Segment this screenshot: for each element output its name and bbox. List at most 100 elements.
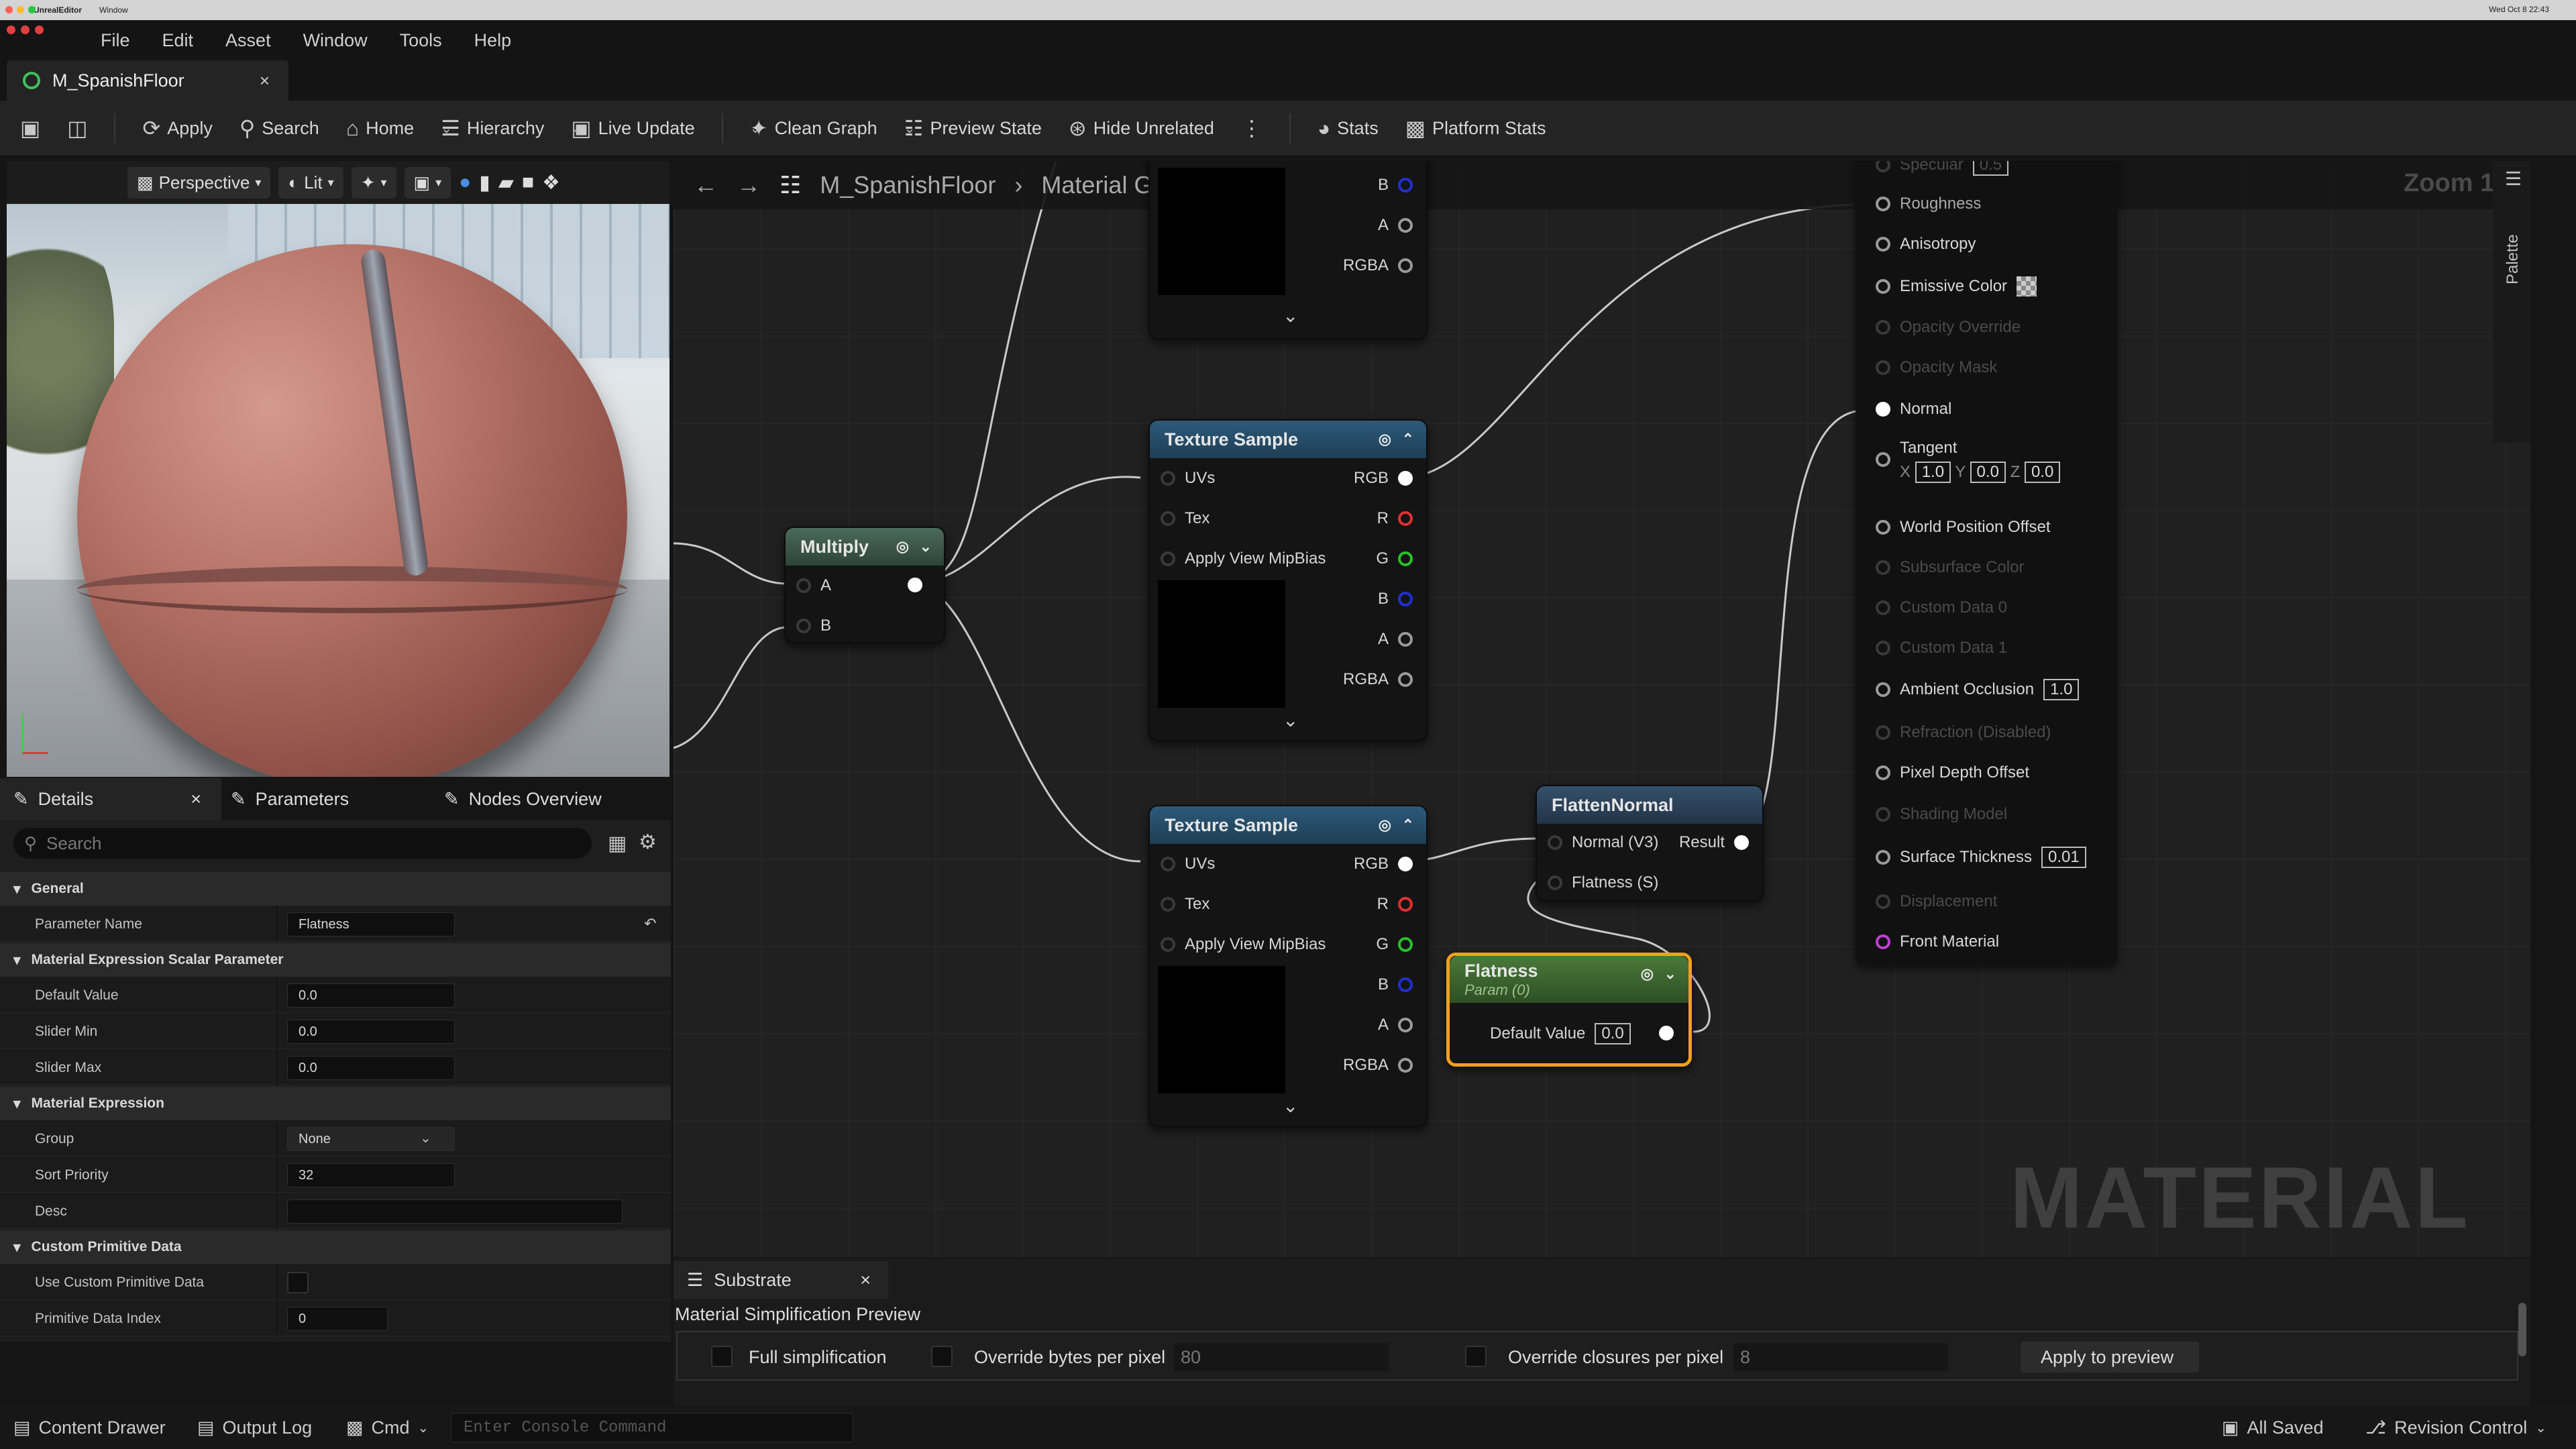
result-pin-shading-model[interactable]: Shading Model <box>1876 805 2007 824</box>
hierarchy-button[interactable]: ☰ Hierarchy ⌄ <box>441 115 544 141</box>
output-pin-icon[interactable] <box>1659 1026 1674 1040</box>
result-pin-roughness[interactable]: Roughness <box>1876 195 1981 213</box>
expand-chevron-icon[interactable]: ⌄ <box>1283 305 1298 327</box>
result-pin-custom-data-1[interactable]: Custom Data 1 <box>1876 639 2007 657</box>
pin-b-out[interactable]: B <box>1378 176 1413 195</box>
content-drawer-button[interactable]: ▤ Content Drawer <box>13 1406 166 1449</box>
override-closures-field[interactable]: 8 <box>1733 1343 1948 1371</box>
sphere-preview-icon[interactable]: ● <box>459 171 471 194</box>
pin-mipbias[interactable]: Apply View MipBias <box>1161 935 1326 954</box>
home-button[interactable]: ⌂ Home <box>346 116 414 141</box>
preview-toggle-icon[interactable]: ◎ <box>1641 965 1654 983</box>
substrate-scrollbar[interactable] <box>2518 1303 2526 1356</box>
result-pin-tangent[interactable]: Tangent X 1.0 Y 0.0 Z 0.0 <box>1876 439 2061 483</box>
close-icon[interactable]: × <box>860 1270 871 1291</box>
browse-asset-icon[interactable]: ◫ <box>67 115 87 141</box>
document-tab[interactable]: M_SpanishFloor × <box>7 60 288 101</box>
lit-dropdown[interactable]: ◐ Lit ▾ <box>278 166 343 199</box>
breadcrumb-asset[interactable]: M_SpanishFloor <box>820 171 996 199</box>
details-search-input[interactable]: ⚲ Search <box>13 828 592 859</box>
menu-asset[interactable]: Asset <box>225 30 271 51</box>
result-pin-refraction[interactable]: Refraction (Disabled) <box>1876 723 2051 742</box>
apply-to-preview-button[interactable]: Apply to preview <box>2021 1342 2199 1373</box>
result-pin-surface-thickness[interactable]: Surface Thickness 0.01 <box>1876 847 2086 868</box>
result-pin-anisotropy[interactable]: Anisotropy <box>1876 235 1976 254</box>
save-status[interactable]: ▣ All Saved <box>2222 1406 2324 1449</box>
pin-b-out[interactable]: B <box>1378 975 1413 994</box>
clean-graph-button[interactable]: ✦ Clean Graph ⌄ <box>750 115 877 141</box>
pin-rgb-out[interactable]: RGB <box>1354 469 1413 488</box>
gear-icon[interactable]: ⚙ <box>639 830 657 854</box>
cmd-dropdown[interactable]: ▩ Cmd ⌄ <box>346 1406 429 1449</box>
use-cpd-checkbox[interactable] <box>287 1272 309 1293</box>
override-closures-checkbox[interactable] <box>1465 1346 1487 1367</box>
reset-icon[interactable]: ↶ <box>644 915 656 932</box>
result-pin-opacity-mask[interactable]: Opacity Mask <box>1876 358 1997 377</box>
slider-min-field[interactable]: 0.0 <box>287 1020 455 1044</box>
parameter-name-field[interactable]: Flatness <box>287 912 455 936</box>
override-bytes-field[interactable]: 80 <box>1174 1343 1389 1371</box>
chevron-down-icon[interactable]: ⌄ <box>1664 965 1676 983</box>
pin-rgba-out[interactable]: RGBA <box>1343 670 1413 689</box>
pin-uvs[interactable]: UVs <box>1161 855 1215 873</box>
expand-chevron-icon[interactable]: ⌄ <box>1283 709 1298 731</box>
view-options-dropdown[interactable]: ▣ ▾ <box>404 166 451 199</box>
cylinder-preview-icon[interactable]: ▮ <box>479 171 490 195</box>
stats-button[interactable]: ◕ Stats <box>1318 116 1379 141</box>
flatness-value-field[interactable]: 0.0 <box>1595 1023 1631 1044</box>
category-material-expression[interactable]: ▾ Material Expression <box>0 1087 671 1120</box>
pin-a-in[interactable]: A <box>796 576 831 595</box>
category-custom-primitive-data[interactable]: ▾ Custom Primitive Data <box>0 1230 671 1264</box>
primitive-data-index-field[interactable]: 0 <box>287 1307 388 1331</box>
override-bytes-checkbox[interactable] <box>931 1346 953 1367</box>
expand-chevron-icon[interactable]: ⌄ <box>1283 1095 1298 1117</box>
apply-button[interactable]: ⟳ Apply <box>142 115 212 141</box>
tab-details[interactable]: ✎ Details × <box>0 778 221 820</box>
category-scalar-parameter[interactable]: ▾ Material Expression Scalar Parameter <box>0 943 671 977</box>
result-pin-pixel-depth-offset[interactable]: Pixel Depth Offset <box>1876 763 2029 782</box>
texture-sample-node-2[interactable]: Texture Sample ◎ ⌃ UVs Tex Apply View MipB… <box>1148 805 1428 1127</box>
preview-state-button[interactable]: ☷ Preview State ⌄ <box>904 115 1042 141</box>
pin-g-out[interactable]: G <box>1376 935 1413 954</box>
pin-flatness-in[interactable]: Flatness (S) <box>1548 873 1658 892</box>
pin-a-out[interactable]: A <box>1378 216 1413 235</box>
console-input[interactable]: Enter Console Command <box>451 1413 853 1442</box>
cube-preview-icon[interactable]: ■ <box>522 171 534 194</box>
pin-result-out[interactable]: Result <box>1679 833 1749 852</box>
preview-toggle-icon[interactable]: ◎ <box>1379 816 1391 834</box>
chevron-up-icon[interactable]: ⌃ <box>1402 816 1414 834</box>
save-icon[interactable]: ▣ <box>20 115 40 141</box>
plane-preview-icon[interactable]: ▰ <box>498 171 514 195</box>
platform-stats-button[interactable]: ▩ Platform Stats <box>1405 115 1546 141</box>
menu-tools[interactable]: Tools <box>400 30 442 51</box>
pin-r-out[interactable]: R <box>1377 895 1413 914</box>
material-result-node[interactable]: Specular 0.5 Roughness Anisotropy Emissiv… <box>1856 161 2117 965</box>
preview-viewport[interactable]: ▩ Perspective ▾ ◐ Lit ▾ ✦ ▾ ▣ ▾ ● ▮ ▰ ■ ❖ <box>7 161 669 777</box>
flatten-normal-node[interactable]: FlattenNormal Normal (V3) Flatness (S) R… <box>1536 785 1764 902</box>
sort-priority-field[interactable]: 32 <box>287 1163 455 1187</box>
result-pin-custom-data-0[interactable]: Custom Data 0 <box>1876 598 2007 617</box>
preview-toggle-icon[interactable]: ◎ <box>896 538 909 555</box>
result-pin-wpo[interactable]: World Position Offset <box>1876 518 2051 537</box>
category-general[interactable]: ▾ General <box>0 872 671 906</box>
menu-help[interactable]: Help <box>474 30 512 51</box>
default-value-field[interactable]: 0.0 <box>287 983 455 1008</box>
pin-a-out[interactable]: A <box>1378 1016 1413 1034</box>
palette-sidebar[interactable]: ☰ Palette <box>2493 161 2530 443</box>
pin-normal-in[interactable]: Normal (V3) <box>1548 833 1658 852</box>
slider-max-field[interactable]: 0.0 <box>287 1056 455 1080</box>
tab-nodes-overview[interactable]: ✎ Nodes Overview <box>444 778 602 820</box>
desc-field[interactable] <box>287 1199 623 1224</box>
result-pin-emissive[interactable]: Emissive Color <box>1876 276 2037 297</box>
result-pin-displacement[interactable]: Displacement <box>1876 892 1997 911</box>
result-pin-normal[interactable]: Normal <box>1876 400 1951 419</box>
menu-file[interactable]: File <box>101 30 130 51</box>
substrate-tab[interactable]: ☰ Substrate × <box>674 1261 888 1299</box>
forward-arrow-icon[interactable]: → <box>737 171 761 199</box>
pin-b-in[interactable]: B <box>796 616 831 635</box>
result-pin-front-material[interactable]: Front Material <box>1876 932 1999 951</box>
output-log-button[interactable]: ▤ Output Log <box>197 1406 312 1449</box>
pin-rgb-out[interactable]: RGB <box>1354 855 1413 873</box>
pin-r-out[interactable]: R <box>1377 509 1413 528</box>
mac-menu-window[interactable]: Window <box>99 5 128 15</box>
